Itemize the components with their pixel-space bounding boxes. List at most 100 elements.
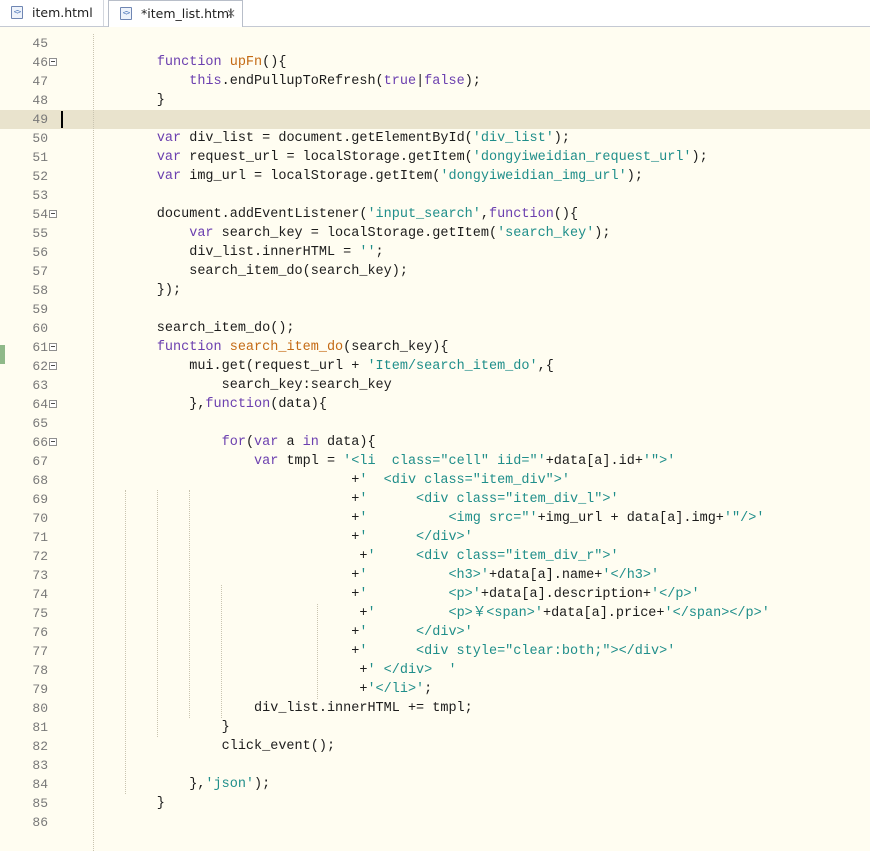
- line-number: 48: [32, 93, 48, 108]
- line-number: 59: [32, 302, 48, 317]
- code-text: +' </div>': [92, 625, 473, 640]
- code-line[interactable]: 64 },function(data){: [0, 395, 870, 414]
- code-text: for(var a in data){: [221, 435, 376, 450]
- code-text: mui.get(request_url + 'Item/search_item_…: [92, 359, 554, 374]
- code-line[interactable]: 70 +' <img src="'+img_url + data[a].img+…: [0, 509, 870, 528]
- indent-guide: [157, 490, 158, 737]
- code-line[interactable]: 61 function search_item_do(search_key){: [0, 338, 870, 357]
- code-line[interactable]: 54 document.addEventListener('input_sear…: [0, 205, 870, 224]
- code-text: },function(data){: [92, 397, 327, 412]
- code-line[interactable]: 83: [0, 756, 870, 775]
- line-number: 60: [32, 321, 48, 336]
- indent-guide: [189, 490, 190, 718]
- fold-collapse-icon[interactable]: [49, 210, 57, 218]
- code-line[interactable]: 49: [0, 110, 870, 129]
- line-number: 75: [32, 606, 48, 621]
- code-text: search_item_do(search_key);: [92, 264, 408, 279]
- code-text: +' </div>': [92, 530, 473, 545]
- code-text: +' <h3>'+data[a].name+'</h3>': [92, 568, 660, 583]
- code-line[interactable]: 50 var div_list = document.getElementByI…: [0, 129, 870, 148]
- code-line[interactable]: 51 var request_url = localStorage.getIte…: [0, 148, 870, 167]
- code-line[interactable]: 67 var tmpl = '<li class="cell" iid="'+d…: [0, 452, 870, 471]
- code-editor[interactable]: 45 46 function upFn(){47 this.endPullupTo…: [0, 27, 870, 851]
- code-text: }: [92, 796, 165, 811]
- code-line[interactable]: 63 search_key:search_key: [0, 376, 870, 395]
- line-number: 61: [32, 340, 48, 355]
- code-line[interactable]: 55 var search_key = localStorage.getItem…: [0, 224, 870, 243]
- code-line[interactable]: 71 +' </div>': [0, 528, 870, 547]
- code-line[interactable]: 60 search_item_do();: [0, 319, 870, 338]
- code-text: function upFn(){: [156, 55, 287, 70]
- code-line[interactable]: 84 },'json');: [0, 775, 870, 794]
- code-line[interactable]: 47 this.endPullupToRefresh(true|false);: [0, 72, 870, 91]
- fold-collapse-icon[interactable]: [49, 400, 57, 408]
- line-number: 51: [32, 150, 48, 165]
- line-number: 84: [32, 777, 48, 792]
- code-line[interactable]: 57 search_item_do(search_key);: [0, 262, 870, 281]
- fold-collapse-icon[interactable]: [49, 343, 57, 351]
- line-number: 64: [32, 397, 48, 412]
- code-text: +'</li>';: [92, 682, 433, 697]
- tab-label: item.html: [32, 5, 93, 20]
- code-line[interactable]: 68 +' <div class="item_div">': [0, 471, 870, 490]
- tab-item-html[interactable]: item.html: [0, 0, 104, 26]
- code-text: search_item_do();: [92, 321, 295, 336]
- indent-guide: [221, 585, 222, 718]
- code-text: +' <p>'+data[a].description+'</p>': [92, 587, 700, 602]
- html-file-icon: [120, 7, 132, 20]
- code-text: var request_url = localStorage.getItem('…: [156, 150, 708, 165]
- line-number: 46: [32, 55, 48, 70]
- code-text: search_key:search_key: [92, 378, 392, 393]
- line-number: 78: [32, 663, 48, 678]
- indent-guide: [93, 34, 94, 851]
- code-line[interactable]: 85 }: [0, 794, 870, 813]
- fold-collapse-icon[interactable]: [49, 58, 57, 66]
- line-number: 49: [32, 112, 48, 127]
- code-line[interactable]: 58 });: [0, 281, 870, 300]
- code-line[interactable]: 77 +' <div style="clear:both;"></div>': [0, 642, 870, 661]
- line-number: 77: [32, 644, 48, 659]
- code-text: var img_url = localStorage.getItem('dong…: [156, 169, 643, 184]
- code-text: });: [92, 283, 182, 298]
- code-line[interactable]: 66 for(var a in data){: [0, 433, 870, 452]
- line-number: 45: [32, 36, 48, 51]
- change-marker: [0, 345, 5, 364]
- code-line[interactable]: 75 +' <p>￥<span>'+data[a].price+'</span>…: [0, 604, 870, 623]
- code-line[interactable]: 81 }: [0, 718, 870, 737]
- code-line[interactable]: 45: [0, 34, 870, 53]
- code-text: },'json');: [92, 777, 271, 792]
- code-text: +' <p>￥<span>'+data[a].price+'</span></p…: [92, 606, 770, 621]
- fold-collapse-icon[interactable]: [49, 362, 57, 370]
- line-number: 70: [32, 511, 48, 526]
- code-line[interactable]: 79 +'</li>';: [0, 680, 870, 699]
- code-line[interactable]: 73 +' <h3>'+data[a].name+'</h3>': [0, 566, 870, 585]
- line-number: 53: [32, 188, 48, 203]
- line-number: 57: [32, 264, 48, 279]
- line-number: 66: [32, 435, 48, 450]
- code-line[interactable]: 78 +' </div> ': [0, 661, 870, 680]
- line-number: 47: [32, 74, 48, 89]
- code-line[interactable]: 76 +' </div>': [0, 623, 870, 642]
- code-line[interactable]: 53: [0, 186, 870, 205]
- close-x-icon[interactable]: ⨯: [224, 1, 238, 27]
- tab-item-list-html[interactable]: *item_list.html ⨯: [108, 0, 243, 27]
- line-number: 81: [32, 720, 48, 735]
- line-number: 54: [32, 207, 48, 222]
- code-line[interactable]: 80 div_list.innerHTML += tmpl;: [0, 699, 870, 718]
- code-line[interactable]: 59: [0, 300, 870, 319]
- code-line[interactable]: 46 function upFn(){: [0, 53, 870, 72]
- html-file-icon: [11, 6, 23, 19]
- fold-collapse-icon[interactable]: [49, 438, 57, 446]
- code-text: +' <div class="item_div_r">': [92, 549, 619, 564]
- code-line[interactable]: 65: [0, 414, 870, 433]
- code-line[interactable]: 72 +' <div class="item_div_r">': [0, 547, 870, 566]
- code-line[interactable]: 69 +' <div class="item_div_l">': [0, 490, 870, 509]
- code-line[interactable]: 52 var img_url = localStorage.getItem('d…: [0, 167, 870, 186]
- code-line[interactable]: 82 click_event();: [0, 737, 870, 756]
- code-line[interactable]: 56 div_list.innerHTML = '';: [0, 243, 870, 262]
- line-number: 82: [32, 739, 48, 754]
- line-number: 72: [32, 549, 48, 564]
- code-line[interactable]: 62 mui.get(request_url + 'Item/search_it…: [0, 357, 870, 376]
- code-line[interactable]: 74 +' <p>'+data[a].description+'</p>': [0, 585, 870, 604]
- code-line[interactable]: 48 }: [0, 91, 870, 110]
